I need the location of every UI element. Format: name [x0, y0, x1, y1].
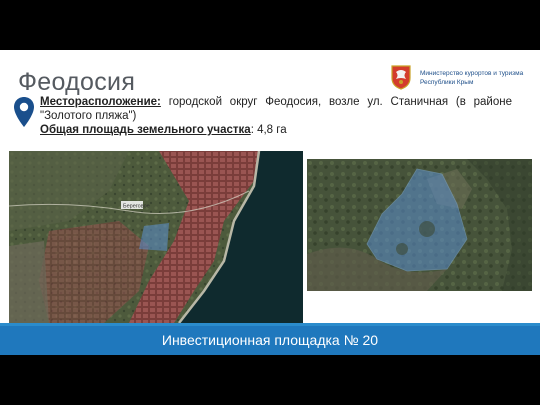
page-title: Феодосия: [18, 68, 136, 96]
location-text: Месторасположение: городской округ Феодо…: [40, 95, 512, 123]
crimea-emblem-icon: [391, 65, 411, 90]
satellite-map-image: Береговое: [9, 151, 303, 323]
satellite-map-overview: Береговое: [9, 151, 303, 323]
ministry-block: Министерство курортов и туризма Республи…: [390, 64, 540, 94]
location-label: Месторасположение:: [40, 96, 161, 108]
satellite-map-detail-image: [307, 159, 532, 291]
area-text: Общая площадь земельного участка: 4,8 га: [40, 124, 287, 136]
area-label: Общая площадь земельного участка: [40, 124, 251, 136]
area-value: : 4,8 га: [250, 124, 287, 136]
footer-banner: Инвестиционная площадка № 20: [0, 326, 540, 355]
map-place-label: Береговое: [123, 204, 150, 210]
slide: Феодосия Министерство курортов и туризма…: [0, 50, 540, 355]
satellite-map-detail: [307, 159, 532, 291]
ministry-name: Министерство курортов и туризма Республи…: [420, 70, 524, 86]
location-pin-icon: [14, 97, 34, 127]
